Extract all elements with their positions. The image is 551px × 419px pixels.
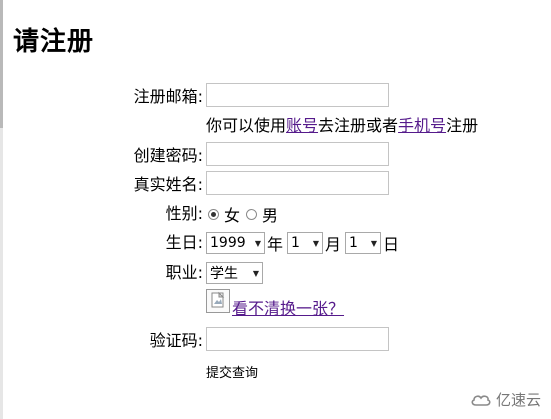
hint-middle: 去注册或者 — [318, 116, 399, 135]
day-unit: 日 — [383, 235, 400, 254]
year-unit: 年 — [267, 235, 284, 254]
birth-day-value: 1 — [349, 235, 358, 251]
job-value: 学生 — [210, 266, 238, 282]
job-row: 学生 ▼ — [206, 262, 263, 284]
gender-options: 女 男 — [206, 203, 278, 225]
gender-male-radio[interactable] — [246, 208, 258, 220]
captcha-label: 验证码: — [149, 331, 203, 350]
job-select[interactable]: 学生 ▼ — [206, 262, 263, 284]
birthday-label: 生日: — [165, 233, 203, 252]
birth-year-value: 1999 — [210, 235, 246, 251]
email-label: 注册邮箱: — [133, 87, 203, 106]
captcha-input[interactable] — [206, 327, 389, 351]
birth-year-select[interactable]: 1999 ▼ — [206, 232, 265, 254]
chevron-down-icon: ▼ — [252, 268, 259, 278]
phone-link[interactable]: 手机号 — [398, 116, 446, 135]
chevron-down-icon: ▼ — [254, 238, 261, 248]
birthday-selects: 1999 ▼ 年 1 ▼ 月 1 ▼ 日 — [206, 232, 403, 254]
broken-image-icon — [211, 291, 225, 308]
birth-day-select[interactable]: 1 ▼ — [345, 232, 382, 254]
register-hint: 你可以使用账号去注册或者手机号注册 — [206, 115, 478, 137]
hint-suffix: 注册 — [446, 116, 479, 135]
realname-input[interactable] — [206, 171, 389, 195]
captcha-image[interactable] — [206, 289, 230, 313]
account-link[interactable]: 账号 — [286, 116, 318, 135]
hint-prefix: 你可以使用 — [206, 116, 287, 135]
gender-female-label[interactable]: 女 — [224, 202, 240, 226]
cloud-logo-icon — [471, 394, 491, 406]
job-label: 职业: — [165, 263, 203, 282]
submit-button[interactable]: 提交查询 — [206, 365, 258, 383]
month-unit: 月 — [325, 235, 342, 254]
birth-month-value: 1 — [291, 235, 300, 251]
password-input[interactable] — [206, 142, 389, 166]
chevron-down-icon: ▼ — [370, 238, 378, 248]
password-label: 创建密码: — [133, 146, 203, 165]
gender-female-radio[interactable] — [208, 208, 219, 220]
captcha-refresh-link[interactable]: 看不清换一张？ — [232, 298, 344, 320]
brand-text: 亿速云 — [495, 391, 541, 409]
email-input[interactable] — [206, 83, 389, 107]
birth-month-select[interactable]: 1 ▼ — [287, 232, 324, 254]
registration-form: 注册邮箱: 你可以使用账号去注册或者手机号注册 创建密码: 真实姓名: 性别: … — [0, 0, 551, 419]
gender-label: 性别: — [165, 204, 203, 223]
brand-watermark: 亿速云 — [470, 389, 541, 410]
realname-label: 真实姓名: — [133, 175, 203, 194]
gender-male-label[interactable]: 男 — [262, 202, 278, 226]
chevron-down-icon: ▼ — [312, 238, 320, 248]
